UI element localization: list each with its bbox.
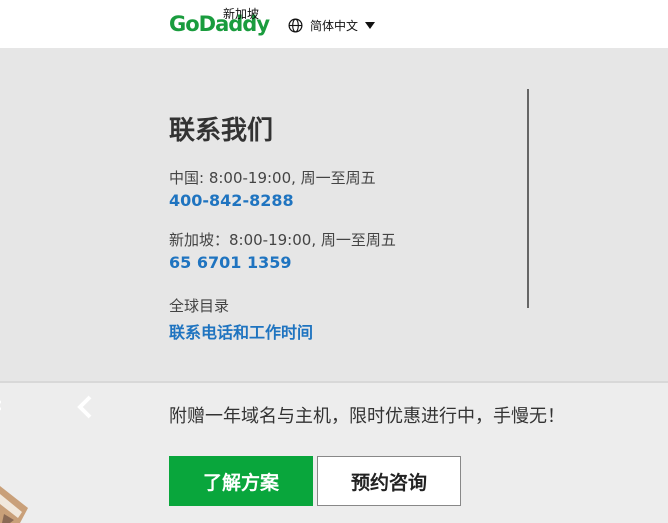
logo-region-label: 新加坡 (223, 7, 260, 21)
promo-text: 附赠一年域名与主机，限时优惠进行中，手慢无！ (169, 406, 565, 427)
carousel-prev-icon[interactable] (77, 395, 93, 424)
contact-hours-link[interactable]: 联系电话和工作时间 (169, 319, 313, 343)
china-hours: 中国: 8:00-19:00, 周一至周五 (169, 169, 376, 187)
partial-chevron-icon: ‹ (0, 395, 3, 417)
book-consultation-button[interactable]: 预约咨询 (317, 456, 461, 506)
vertical-divider (527, 89, 529, 308)
learn-plans-button[interactable]: 了解方案 (169, 456, 313, 506)
caret-down-icon (365, 22, 376, 29)
contact-title: 联系我们 (169, 116, 274, 146)
globe-icon (288, 18, 303, 33)
singapore-phone-link[interactable]: 65 6701 1359 (169, 253, 291, 272)
language-label: 简体中文 (310, 19, 359, 33)
language-selector[interactable]: 简体中文 (288, 17, 376, 34)
decorative-image-fragment (0, 486, 28, 523)
header-bar: GoDaddy 新加坡 简体中文 (0, 0, 668, 48)
singapore-hours: 新加坡：8:00-19:00, 周一至周五 (169, 231, 396, 249)
china-phone-link[interactable]: 400-842-8288 (169, 191, 294, 210)
global-directory-label: 全球目录 (169, 297, 230, 315)
contact-panel (0, 48, 668, 383)
